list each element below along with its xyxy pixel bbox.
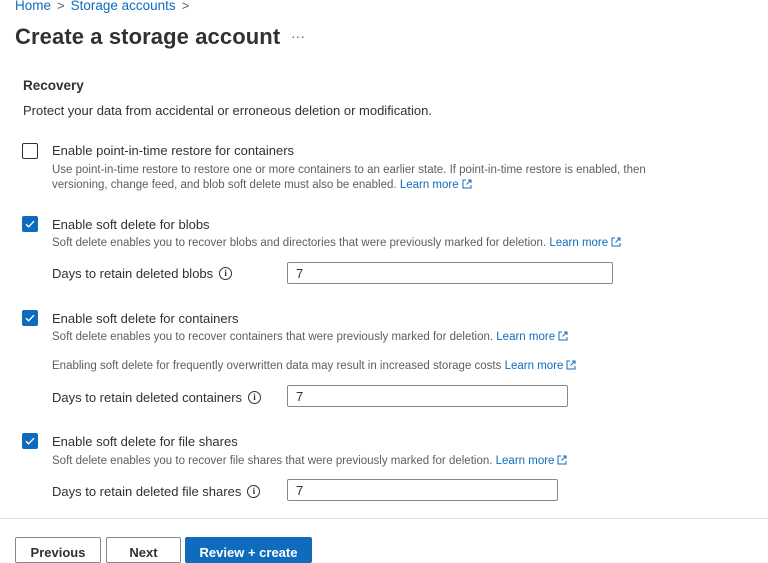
external-link-icon xyxy=(566,360,576,370)
soft-delete-containers-checkbox[interactable] xyxy=(22,310,38,326)
days-retain-containers-text: Days to retain deleted containers xyxy=(52,390,243,405)
soft-delete-blobs-help-body: Soft delete enables you to recover blobs… xyxy=(52,237,547,249)
checkmark-icon xyxy=(25,314,35,322)
more-options-button[interactable]: ··· xyxy=(291,28,305,44)
external-link-icon xyxy=(557,455,567,465)
soft-delete-blobs-learn-more-link[interactable]: Learn more xyxy=(549,237,621,249)
previous-button[interactable]: Previous xyxy=(15,537,101,563)
review-create-button[interactable]: Review + create xyxy=(185,537,312,563)
soft-delete-file-shares-learn-more-label: Learn more xyxy=(495,455,555,467)
page-title: Create a storage account xyxy=(15,24,281,49)
soft-delete-containers-label: Enable soft delete for containers xyxy=(52,311,239,326)
pitr-help-body: Use point-in-time restore to restore one… xyxy=(52,164,646,191)
pitr-checkbox[interactable] xyxy=(22,143,38,159)
pitr-learn-more-label: Learn more xyxy=(399,179,459,191)
chevron-right-icon: > xyxy=(57,0,65,13)
days-retain-file-shares-text: Days to retain deleted file shares xyxy=(52,484,242,499)
info-icon[interactable]: i xyxy=(248,391,262,404)
days-retain-containers-input[interactable] xyxy=(287,385,568,407)
breadcrumb-storage-accounts-link[interactable]: Storage accounts xyxy=(71,0,176,13)
soft-delete-file-shares-label: Enable soft delete for file shares xyxy=(52,434,238,449)
soft-delete-file-shares-help-body: Soft delete enables you to recover file … xyxy=(52,455,493,467)
storage-cost-note-body: Enabling soft delete for frequently over… xyxy=(52,360,502,372)
soft-delete-blobs-learn-more-label: Learn more xyxy=(549,237,609,249)
soft-delete-containers-learn-more-label: Learn more xyxy=(496,331,556,343)
soft-delete-blobs-label: Enable soft delete for blobs xyxy=(52,217,210,232)
breadcrumb: Home > Storage accounts > xyxy=(15,0,195,13)
checkmark-icon xyxy=(25,437,35,445)
days-retain-blobs-label: Days to retain deleted blobs i xyxy=(52,266,233,281)
soft-delete-blobs-help-text: Soft delete enables you to recover blobs… xyxy=(52,236,621,251)
soft-delete-blobs-checkbox[interactable] xyxy=(22,216,38,232)
external-link-icon xyxy=(462,179,472,189)
info-icon[interactable]: i xyxy=(247,485,261,498)
checkmark-icon xyxy=(25,220,35,228)
soft-delete-file-shares-checkbox[interactable] xyxy=(22,433,38,449)
pitr-help-text: Use point-in-time restore to restore one… xyxy=(52,163,702,193)
soft-delete-file-shares-help-text: Soft delete enables you to recover file … xyxy=(52,454,567,469)
external-link-icon xyxy=(611,237,621,247)
chevron-right-icon: > xyxy=(181,0,190,13)
soft-delete-containers-help-text: Soft delete enables you to recover conta… xyxy=(52,330,568,345)
soft-delete-containers-learn-more-link[interactable]: Learn more xyxy=(496,331,568,343)
days-retain-containers-label: Days to retain deleted containers i xyxy=(52,390,262,405)
pitr-learn-more-link[interactable]: Learn more xyxy=(400,179,472,191)
days-retain-file-shares-input[interactable] xyxy=(287,479,558,501)
storage-cost-learn-more-link[interactable]: Learn more xyxy=(505,360,577,372)
recovery-section-description: Protect your data from accidental or err… xyxy=(23,103,432,118)
pitr-label: Enable point-in-time restore for contain… xyxy=(52,143,295,158)
soft-delete-containers-help-body: Soft delete enables you to recover conta… xyxy=(52,331,494,343)
soft-delete-file-shares-learn-more-link[interactable]: Learn more xyxy=(496,455,568,467)
storage-cost-learn-more-label: Learn more xyxy=(504,360,564,372)
days-retain-blobs-text: Days to retain deleted blobs xyxy=(52,266,214,281)
external-link-icon xyxy=(558,331,568,341)
info-icon[interactable]: i xyxy=(219,267,233,280)
breadcrumb-home-link[interactable]: Home xyxy=(15,0,51,13)
footer-divider xyxy=(0,518,768,519)
storage-cost-note: Enabling soft delete for frequently over… xyxy=(52,359,576,374)
recovery-section-title: Recovery xyxy=(23,78,84,93)
days-retain-blobs-input[interactable] xyxy=(287,262,613,284)
days-retain-file-shares-label: Days to retain deleted file shares i xyxy=(52,484,261,499)
next-button[interactable]: Next xyxy=(106,537,181,563)
